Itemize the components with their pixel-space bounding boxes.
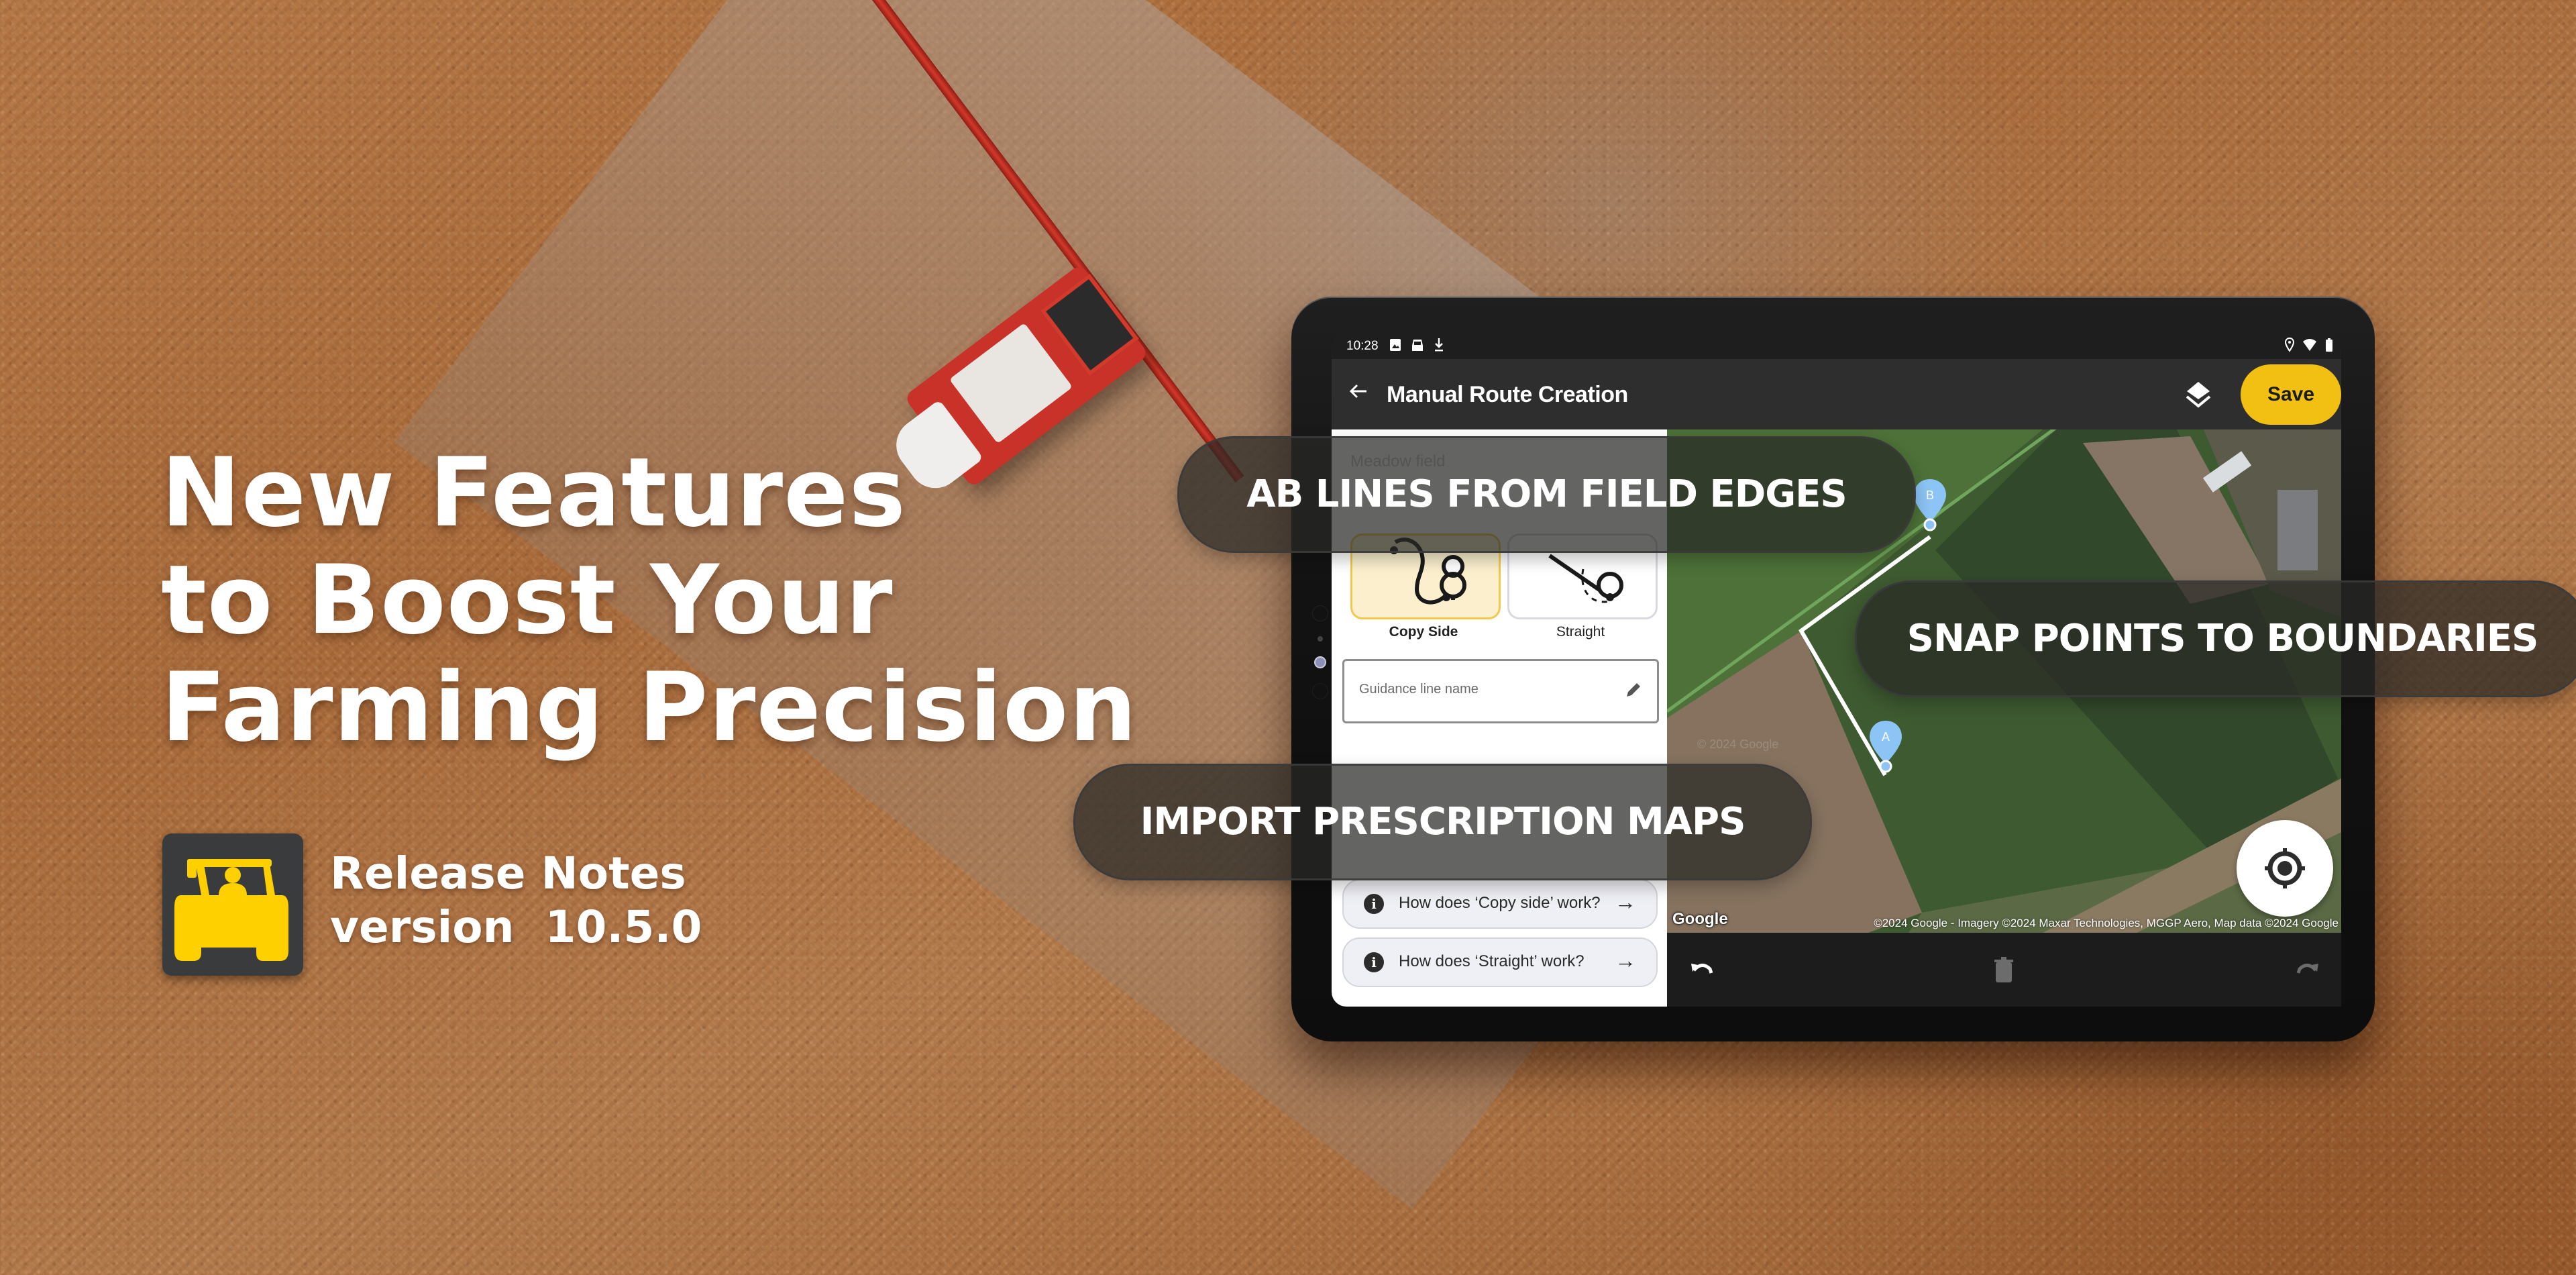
undo-icon[interactable] [1687,956,1717,985]
back-button[interactable] [1345,380,1372,407]
my-location-button[interactable] [2237,820,2333,917]
image-icon [1390,339,1401,351]
app-toolbar: Manual Route Creation Save [1332,359,2341,429]
release-info: Release Notes version 10.5.0 [330,847,702,954]
location-icon [2285,338,2294,352]
marker-a-label: A [1882,730,1890,744]
arrow-right-icon: → [1615,890,1636,914]
battery-icon [2326,338,2332,352]
arrow-right-icon: → [1615,948,1636,972]
info-icon: i [1364,894,1384,914]
guidance-line-name-input[interactable] [1358,681,1615,698]
headline-line-2: to Boost Your [161,545,894,656]
help-link-label: How does ‘Straight’ work? [1399,952,1585,970]
feature-pill-ab-lines: AB LINES FROM FIELD EDGES [1177,436,1916,553]
download-icon [1435,338,1443,352]
help-link-label: How does ‘Copy side’ work? [1399,894,1601,912]
tractor-icon [174,859,288,961]
wifi-icon [2303,339,2316,351]
edit-actions-bar [1667,933,2341,1007]
status-time: 10:28 [1346,339,1379,353]
marker-a[interactable]: A [1868,719,1903,774]
marker-b[interactable]: B [1913,478,1947,533]
camera-sensors [1311,605,1329,714]
map-watermark: © 2024 Google [1697,737,1778,751]
marker-b-label: B [1926,489,1934,502]
app-logo [162,833,303,976]
google-logo: Google [1672,910,1728,928]
feature-pill-import-maps: IMPORT PRESCRIPTION MAPS [1073,764,1812,880]
pencil-icon[interactable] [1623,680,1644,700]
guidance-line-name-field[interactable] [1342,659,1659,723]
option-label-copy-side: Copy Side [1389,624,1458,640]
headline: New Features to Boost Your Farming Preci… [161,440,1137,762]
layers-icon [2186,382,2211,408]
crosshair-icon [2265,848,2305,888]
feature-pill-snap-points: SNAP POINTS TO BOUNDARIES [1855,580,2576,697]
headline-line-1: New Features [161,438,906,548]
trash-icon[interactable] [1989,956,2019,985]
release-notes-label: Release Notes [330,848,686,899]
map-attribution: ©2024 Google - Imagery ©2024 Maxar Techn… [1874,917,2339,929]
redo-icon[interactable] [2293,956,2322,985]
arrow-left-icon [1349,384,1366,399]
info-icon: i [1364,952,1384,972]
option-label-straight: Straight [1556,624,1605,640]
save-button[interactable]: Save [2241,364,2341,425]
version-label: version 10.5.0 [330,901,702,953]
help-link-copy-side[interactable]: i How does ‘Copy side’ work? → [1342,879,1658,929]
status-bar: 10:28 [1332,332,2341,359]
car-icon [1412,340,1423,351]
page-title: Manual Route Creation [1387,382,1628,407]
help-link-straight[interactable]: i How does ‘Straight’ work? → [1342,937,1658,987]
headline-line-3: Farming Precision [161,652,1138,763]
layers-button[interactable] [2183,379,2214,410]
